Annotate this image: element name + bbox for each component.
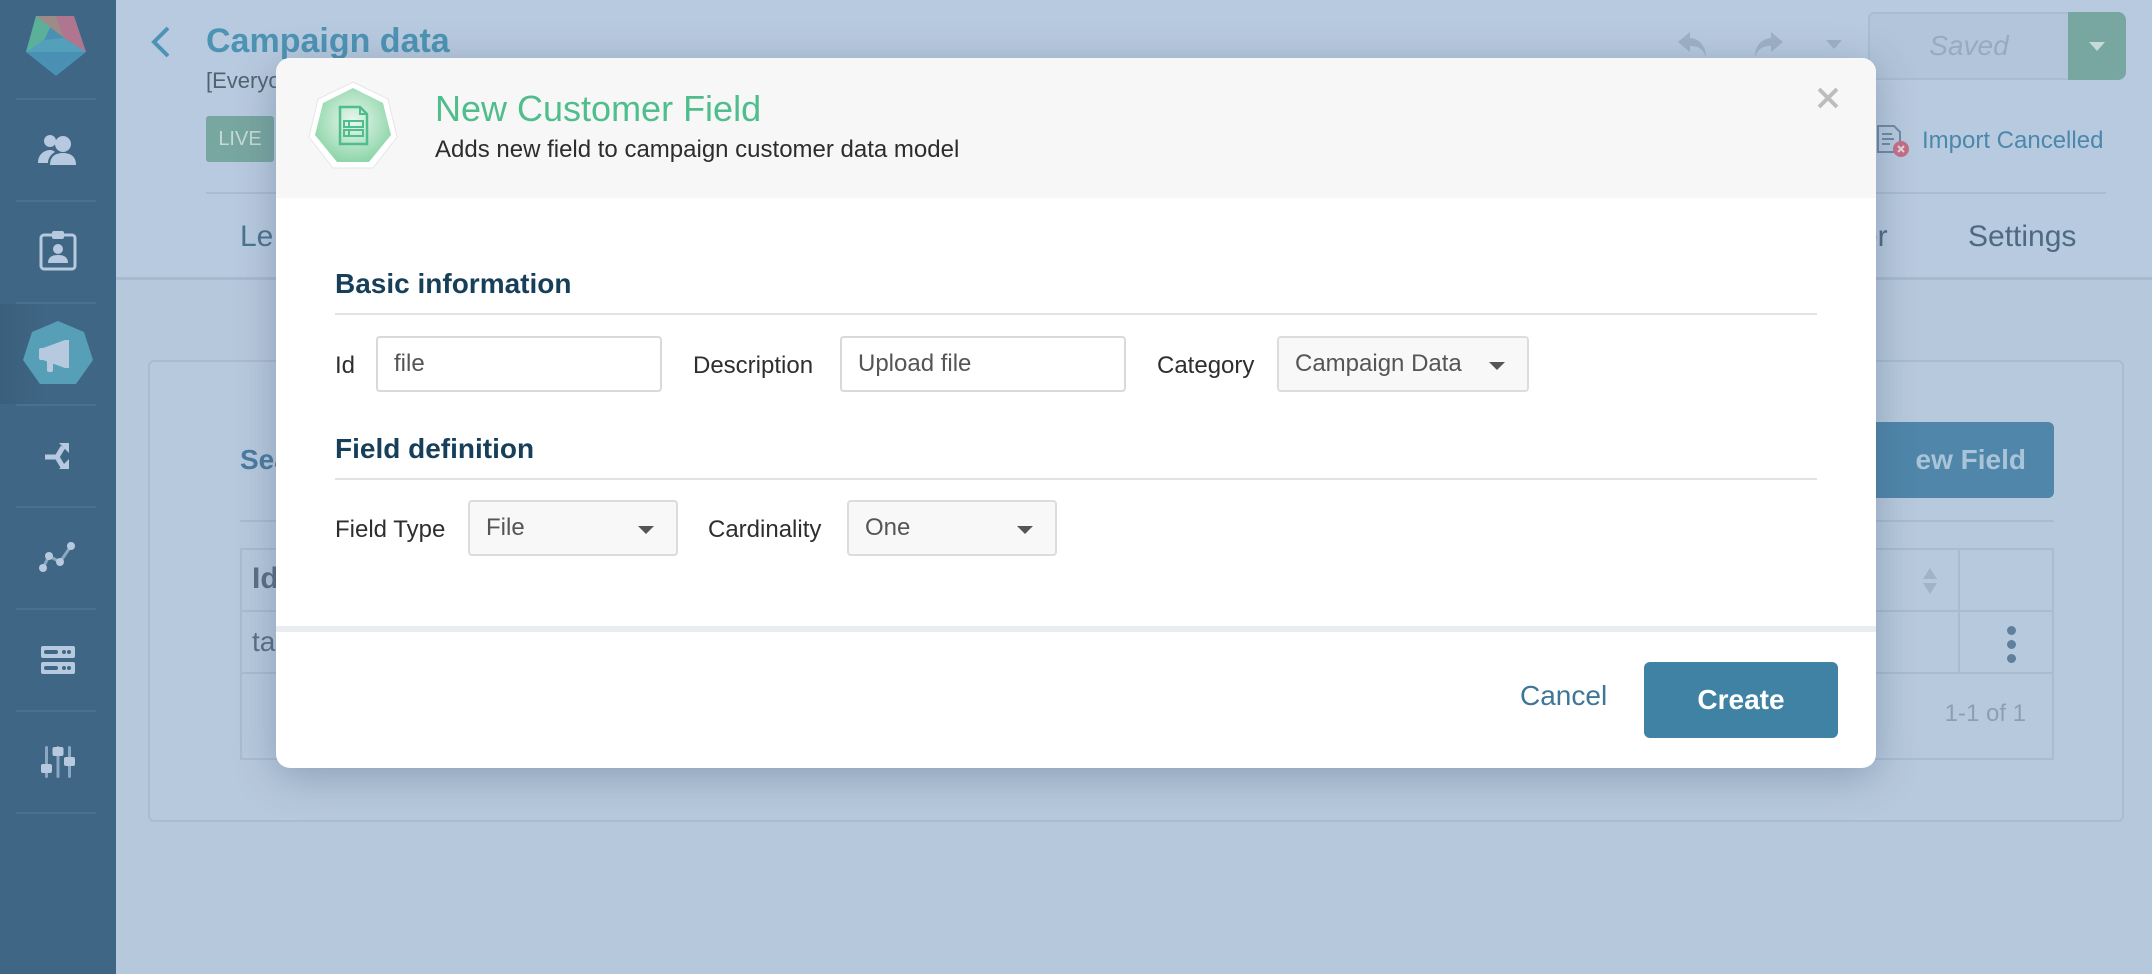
megaphone-icon xyxy=(23,321,93,384)
id-input[interactable] xyxy=(376,336,662,392)
sidebar-item-campaigns[interactable] xyxy=(0,304,116,404)
field-type-select-value: File xyxy=(486,514,525,541)
server-icon xyxy=(41,646,75,674)
id-label: Id xyxy=(335,352,356,379)
import-cancelled-icon xyxy=(1877,125,1909,157)
line-chart-icon xyxy=(39,542,75,572)
sidebar xyxy=(0,0,116,974)
sliders-icon xyxy=(41,746,75,778)
sidebar-divider xyxy=(16,812,96,814)
sidebar-item-contacts[interactable] xyxy=(0,200,116,300)
sort-icon[interactable] xyxy=(1922,566,1938,601)
pagination-info: 1-1 of 1 xyxy=(1944,700,2026,727)
undo-icon xyxy=(1678,32,1706,58)
import-status[interactable]: Import Cancelled xyxy=(1876,124,2103,158)
cardinality-select[interactable]: One xyxy=(847,500,1057,556)
import-status-text: Import Cancelled xyxy=(1922,127,2104,154)
status-badge: LIVE xyxy=(206,116,274,162)
redo-icon xyxy=(1755,32,1783,58)
column-divider xyxy=(1958,550,1960,674)
description-label: Description xyxy=(693,352,814,379)
tab-settings[interactable]: Settings xyxy=(1968,220,2076,254)
category-label: Category xyxy=(1157,352,1255,379)
dialog-subtitle: Adds new field to campaign customer data… xyxy=(435,136,960,163)
field-type-select[interactable]: File xyxy=(468,500,678,556)
page-subtitle: [Everyo xyxy=(206,68,281,93)
create-button[interactable]: Create xyxy=(1644,662,1838,738)
chevron-left-icon xyxy=(151,26,170,58)
chevron-down-icon xyxy=(1017,526,1033,534)
section-divider xyxy=(335,478,1817,480)
cardinality-select-value: One xyxy=(865,514,911,541)
column-header-id[interactable]: Id xyxy=(252,562,279,596)
page-title: Campaign data xyxy=(206,22,450,60)
close-button[interactable] xyxy=(1810,80,1846,116)
sidebar-item-analytics[interactable] xyxy=(0,508,116,608)
dialog-title: New Customer Field xyxy=(435,88,762,129)
save-options-button[interactable] xyxy=(2068,12,2126,80)
section-title-basic: Basic information xyxy=(335,268,572,299)
document-form-icon xyxy=(306,80,400,174)
cardinality-label: Cardinality xyxy=(708,516,822,543)
new-customer-field-dialog: New Customer Field Adds new field to cam… xyxy=(276,58,1876,768)
app-logo[interactable] xyxy=(20,12,92,80)
section-divider xyxy=(335,313,1817,315)
field-type-label: Field Type xyxy=(335,516,446,543)
cancel-button[interactable]: Cancel xyxy=(1520,680,1607,712)
close-icon xyxy=(1817,87,1839,109)
chevron-down-icon xyxy=(2089,41,2105,51)
chevron-down-icon xyxy=(638,526,654,534)
category-select[interactable]: Campaign Data xyxy=(1277,336,1529,392)
sidebar-item-people[interactable] xyxy=(0,100,116,200)
sidebar-item-data[interactable] xyxy=(0,610,116,710)
id-badge-icon xyxy=(39,231,77,271)
chevron-down-icon xyxy=(1489,362,1505,370)
users-icon xyxy=(38,135,76,165)
description-input[interactable] xyxy=(840,336,1126,392)
save-button[interactable]: Saved xyxy=(1868,12,2068,80)
branch-icon xyxy=(45,443,69,469)
tab-leads[interactable]: Le xyxy=(240,220,273,254)
dialog-footer-divider xyxy=(276,626,1876,632)
back-button[interactable] xyxy=(146,22,176,62)
row-menu-icon[interactable] xyxy=(1996,624,2026,664)
category-select-value: Campaign Data xyxy=(1295,350,1462,377)
dialog-header: New Customer Field Adds new field to cam… xyxy=(276,58,1876,198)
history-dropdown-icon[interactable] xyxy=(1826,40,1842,49)
section-title-definition: Field definition xyxy=(335,433,535,464)
sidebar-item-flows[interactable] xyxy=(0,406,116,506)
sidebar-item-settings[interactable] xyxy=(0,712,116,812)
